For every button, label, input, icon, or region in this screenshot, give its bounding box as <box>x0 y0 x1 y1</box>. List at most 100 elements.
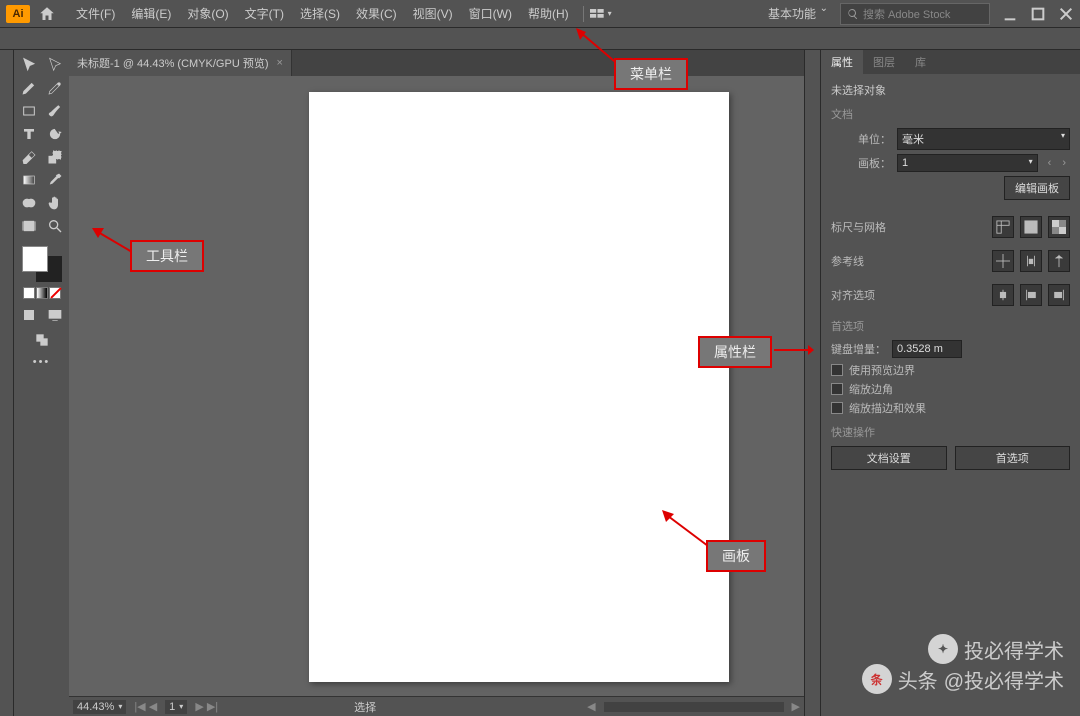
color-mode-none[interactable] <box>49 287 61 299</box>
artboard-nav-field[interactable]: 1▾ <box>165 700 187 714</box>
panel-collapse-strip[interactable] <box>804 50 820 716</box>
ruler-icon[interactable] <box>992 216 1014 238</box>
use-preview-bounds-label: 使用预览边界 <box>849 362 915 378</box>
edit-toolbar-icon[interactable]: ••• <box>33 356 51 368</box>
menu-object[interactable]: 对象(O) <box>179 1 236 26</box>
screen-mode-icon[interactable] <box>43 304 67 326</box>
guides-show-icon[interactable] <box>992 250 1014 272</box>
artboard-label: 画板： <box>831 155 891 171</box>
selection-tool-icon[interactable] <box>17 54 41 76</box>
scale-strokes-label: 缩放描边和效果 <box>849 400 926 416</box>
artboard-nav-arrows[interactable]: ‹ › <box>1048 157 1070 169</box>
rectangle-tool-icon[interactable] <box>17 100 41 122</box>
snap-point-icon[interactable] <box>1020 284 1042 306</box>
curvature-tool-icon[interactable] <box>43 77 67 99</box>
callout-tools: 工具栏 <box>130 240 204 272</box>
scale-corners-checkbox[interactable] <box>831 383 843 395</box>
document-section-label: 文档 <box>831 106 1070 122</box>
menu-help[interactable]: 帮助(H) <box>520 1 577 26</box>
change-screen-mode-icon[interactable] <box>30 329 54 351</box>
status-bar: 44.43%▾ |◀ ◀ 1▾ ▶ ▶| 选择 ◀ ▶ <box>69 696 804 716</box>
color-mode-row[interactable] <box>23 287 61 299</box>
type-tool-icon[interactable] <box>17 123 41 145</box>
panel-tabs: 属性 图层 库 <box>821 50 1080 74</box>
menu-bar: Ai 文件(F) 编辑(E) 对象(O) 文字(T) 选择(S) 效果(C) 视… <box>0 0 1080 28</box>
menu-select[interactable]: 选择(S) <box>292 1 348 26</box>
scale-corners-label: 缩放边角 <box>849 381 893 397</box>
document-area: 未标题-1 @ 44.43% (CMYK/GPU 预览) × 44.43%▾ |… <box>69 50 804 716</box>
use-preview-bounds-checkbox[interactable] <box>831 364 843 376</box>
minimize-button[interactable] <box>1002 6 1018 22</box>
grid-icon[interactable] <box>1020 216 1042 238</box>
canvas[interactable] <box>69 76 804 696</box>
toolbar-collapse-strip[interactable] <box>0 50 14 716</box>
align-label: 对齐选项 <box>831 287 875 303</box>
menu-effect[interactable]: 效果(C) <box>348 1 405 26</box>
fill-stroke-swatch[interactable] <box>20 244 64 284</box>
workspace-dropdown[interactable]: 基本功能 <box>760 3 830 24</box>
artboard-next-icon[interactable]: ▶ ▶| <box>195 700 218 713</box>
edit-artboards-button[interactable]: 编辑画板 <box>1004 176 1070 200</box>
scale-strokes-checkbox[interactable] <box>831 402 843 414</box>
snap-pixel-icon[interactable] <box>992 284 1014 306</box>
pen-tool-icon[interactable] <box>17 77 41 99</box>
close-button[interactable] <box>1058 6 1074 22</box>
key-increment-field[interactable]: 0.3528 m <box>892 340 962 358</box>
watermark-toutiao: 条 头条 @投必得学术 <box>862 664 1064 694</box>
tools-panel: ••• <box>14 50 69 716</box>
callout-artboard: 画板 <box>706 540 766 572</box>
color-mode-gradient[interactable] <box>36 287 48 299</box>
eraser-tool-icon[interactable] <box>17 146 41 168</box>
color-mode-solid[interactable] <box>23 287 35 299</box>
artboard[interactable] <box>309 92 729 682</box>
separator <box>583 6 584 22</box>
smart-guides-icon[interactable] <box>1048 250 1070 272</box>
tab-layers[interactable]: 图层 <box>863 50 905 74</box>
direct-selection-tool-icon[interactable] <box>43 54 67 76</box>
zoom-level-field[interactable]: 44.43%▾ <box>73 700 126 714</box>
rotate-tool-icon[interactable] <box>43 123 67 145</box>
transparency-grid-icon[interactable] <box>1048 216 1070 238</box>
selection-status: 未选择对象 <box>831 82 1070 98</box>
arrow-properties <box>772 344 814 359</box>
scroll-right-icon[interactable]: ▶ <box>792 700 800 713</box>
arrange-documents-icon[interactable]: ▾ <box>590 7 612 21</box>
units-dropdown[interactable]: 毫米▾ <box>897 128 1070 150</box>
zoom-tool-icon[interactable] <box>43 215 67 237</box>
paintbrush-tool-icon[interactable] <box>43 100 67 122</box>
artboard-prev-icon[interactable]: |◀ ◀ <box>134 700 157 713</box>
menu-view[interactable]: 视图(V) <box>405 1 461 26</box>
guides-lock-icon[interactable] <box>1020 250 1042 272</box>
scale-tool-icon[interactable] <box>43 146 67 168</box>
scroll-left-icon[interactable]: ◀ <box>587 700 595 713</box>
document-setup-button[interactable]: 文档设置 <box>831 446 947 470</box>
hand-tool-icon[interactable] <box>43 192 67 214</box>
tab-libraries[interactable]: 库 <box>905 50 936 74</box>
eyedropper-tool-icon[interactable] <box>43 169 67 191</box>
horizontal-scrollbar[interactable] <box>604 702 784 712</box>
menu-edit[interactable]: 编辑(E) <box>123 1 179 26</box>
home-icon[interactable] <box>38 5 56 23</box>
menu-window[interactable]: 窗口(W) <box>461 1 520 26</box>
preferences-section-label: 首选项 <box>831 318 1070 334</box>
draw-normal-icon[interactable] <box>17 304 41 326</box>
snap-grid-icon[interactable] <box>1048 284 1070 306</box>
tab-properties[interactable]: 属性 <box>821 50 863 74</box>
control-bar <box>0 28 1080 50</box>
search-stock-field[interactable]: 搜索 Adobe Stock <box>840 3 990 25</box>
maximize-button[interactable] <box>1030 6 1046 22</box>
callout-properties: 属性栏 <box>698 336 772 368</box>
watermark-prefix: 头条 <box>898 665 938 694</box>
artboard-dropdown[interactable]: 1▾ <box>897 154 1038 172</box>
close-tab-icon[interactable]: × <box>276 57 282 69</box>
document-tab[interactable]: 未标题-1 @ 44.43% (CMYK/GPU 预览) × <box>69 50 292 76</box>
menu-type[interactable]: 文字(T) <box>237 1 292 26</box>
gradient-tool-icon[interactable] <box>17 169 41 191</box>
artboard-tool-icon[interactable] <box>17 215 41 237</box>
callout-menubar: 菜单栏 <box>614 58 688 90</box>
shape-builder-tool-icon[interactable] <box>17 192 41 214</box>
menu-file[interactable]: 文件(F) <box>68 1 123 26</box>
document-tab-title: 未标题-1 @ 44.43% (CMYK/GPU 预览) <box>77 55 268 71</box>
preferences-button[interactable]: 首选项 <box>955 446 1071 470</box>
current-tool-label: 选择 <box>354 699 376 715</box>
